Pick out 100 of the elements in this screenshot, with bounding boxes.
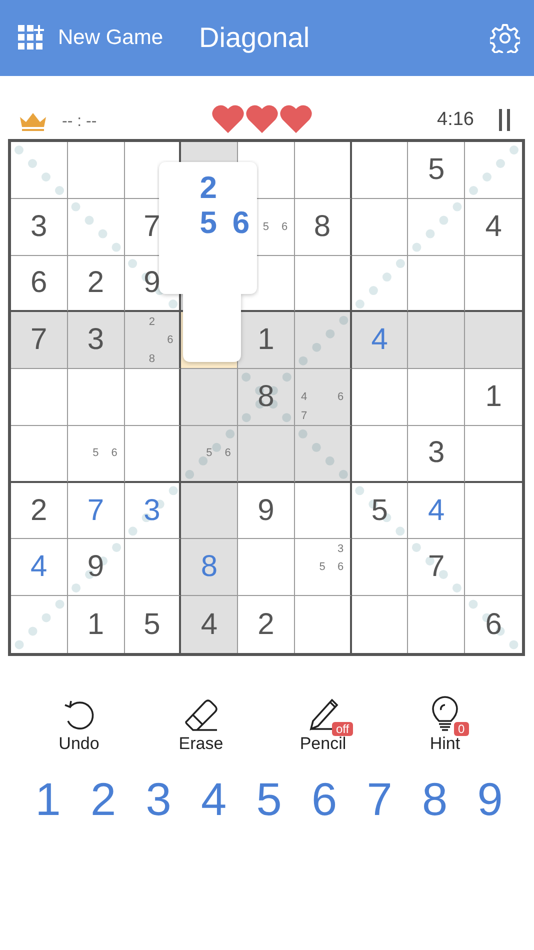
board-cell[interactable]: 3 [11,198,68,256]
board-cell[interactable]: 5 [124,596,182,653]
board-cell[interactable]: 1 [238,312,295,370]
board-cell[interactable] [408,256,466,312]
board-cell[interactable] [408,369,466,426]
board-cell[interactable] [294,482,352,540]
heart-icon [280,105,312,133]
board-cell[interactable] [68,369,125,426]
new-game-button[interactable]: New Game [18,25,164,51]
pencil-note: 6 [336,390,345,405]
board-cell[interactable]: 5 [352,482,408,540]
pencil-note: 2 [148,314,156,330]
board-cell[interactable] [352,369,408,426]
number-key[interactable]: 6 [304,772,344,826]
board-cell[interactable]: 4 [408,482,466,540]
board-cell[interactable] [11,142,68,199]
board-cell[interactable] [352,198,408,256]
pencil-note: 7 [300,408,308,424]
board-cell[interactable]: 9 [238,482,295,540]
board-cell[interactable]: 2 [238,596,295,653]
board-cell[interactable] [68,198,125,256]
board-cell[interactable] [352,426,408,483]
pencil-note: 5 [318,560,326,576]
number-key[interactable]: 3 [138,772,178,826]
board-cell[interactable]: 4 [465,198,522,256]
tool-badge: off [332,722,354,736]
board-cell[interactable] [352,256,408,312]
board-cell[interactable]: 4 [181,596,238,653]
pencil-note: 4 [300,390,308,405]
board-cell[interactable]: 7 [68,482,125,540]
pencil-note: 5 [262,220,270,235]
pencil-note: 6 [336,560,345,576]
board-cell[interactable] [181,369,238,426]
board-cell[interactable] [124,539,182,596]
board-cell[interactable]: 4 6 7 [294,369,352,426]
board-cell[interactable] [352,539,408,596]
board-cell[interactable]: 1 [465,369,522,426]
settings-icon[interactable] [490,23,520,53]
board-cell[interactable] [124,369,182,426]
board-cell[interactable] [352,142,408,199]
board-cell[interactable] [294,256,352,312]
board-cell[interactable]: 5 [408,142,466,199]
board-cell[interactable] [181,482,238,540]
board-cell[interactable]: 2 6 8 [124,312,182,370]
board-cell[interactable]: 3 [68,312,125,370]
board-cell[interactable]: 9 [68,539,125,596]
board-cell[interactable]: 6 [465,596,522,653]
board-cell[interactable]: 6 [11,256,68,312]
board-cell[interactable] [465,312,522,370]
pause-icon[interactable] [498,109,512,131]
pencil-note: 6 [110,446,118,462]
best-time: -- : -- [62,113,98,131]
pencil-note: 3 [336,542,345,557]
board-cell[interactable] [124,426,182,483]
board-cell[interactable]: 2 [11,482,68,540]
number-key[interactable]: 8 [414,772,455,826]
board-cell[interactable]: 7 [11,312,68,370]
board-cell[interactable]: 5 6 [68,426,125,483]
board-cell[interactable]: 2 [68,256,125,312]
number-key[interactable]: 4 [194,772,234,826]
board-cell[interactable]: 5 6 [181,426,238,483]
board-cell[interactable] [11,369,68,426]
board-cell[interactable]: 8 [238,369,295,426]
board-cell[interactable] [68,142,125,199]
board-cell[interactable]: 8 [294,198,352,256]
tool-badge: 0 [454,722,469,736]
board-cell[interactable] [294,142,352,199]
board-cell[interactable] [408,312,466,370]
board-cell[interactable]: 4 [11,539,68,596]
board-cell[interactable]: 3 5 6 [294,539,352,596]
pencil-note: 8 [148,352,156,367]
magnified-note: 5 [198,205,218,240]
board-cell[interactable] [238,539,295,596]
number-key[interactable]: 9 [470,772,510,826]
number-key[interactable]: 7 [360,772,400,826]
board-cell[interactable]: 4 [352,312,408,370]
board-cell[interactable]: 7 [408,539,466,596]
crown-icon [18,111,48,131]
board-cell[interactable] [408,198,466,256]
board-cell[interactable] [294,426,352,483]
hint-button[interactable]: 0 Hint [400,696,490,754]
board-cell[interactable]: 3 [408,426,466,483]
game-title: Diagonal [199,22,311,54]
pencil-button[interactable]: off Pencil [278,696,368,754]
number-key[interactable]: 5 [249,772,289,826]
board-cell[interactable] [238,426,295,483]
board-cell[interactable] [294,312,352,370]
board-cell[interactable]: 8 [181,539,238,596]
pencil-note: 5 [92,446,100,462]
heart-icon [246,105,278,133]
number-key[interactable]: 2 [83,772,124,826]
undo-button[interactable]: Undo [34,696,124,754]
board-cell[interactable]: 1 [68,596,125,653]
magnified-note: 2 [198,170,218,205]
pencil-note: 5 [205,446,214,462]
board-cell[interactable]: 3 [124,482,182,540]
board-cell[interactable] [11,426,68,483]
timer: 4:16 [437,109,474,131]
number-key[interactable]: 1 [28,772,68,826]
erase-button[interactable]: Erase [156,696,246,754]
